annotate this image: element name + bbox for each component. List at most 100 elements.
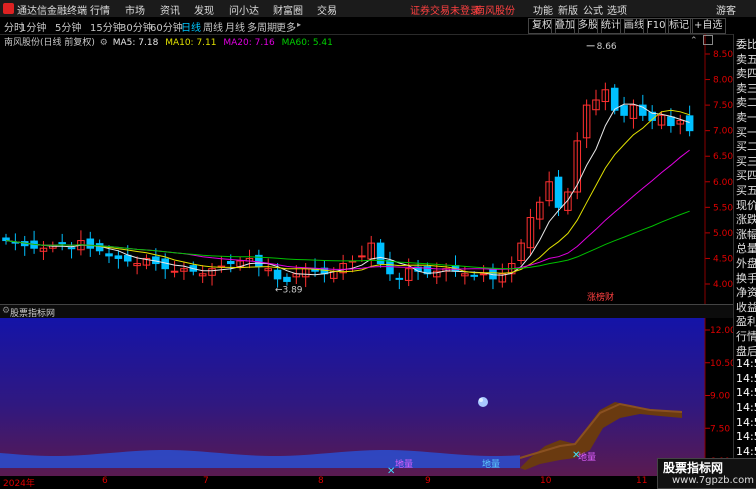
watermark: 股票指标网 www.7gpzb.com	[657, 458, 756, 489]
title-bar: 通达信金融终端 行情 市场 资讯 发现 问小达 财富圈 交易 证券交易未登录 南…	[0, 0, 756, 18]
candle-body	[667, 116, 675, 127]
period-15min[interactable]: 15分钟	[90, 19, 123, 34]
more-chevron-icon[interactable]: ▸	[297, 20, 301, 29]
quote-field-label: 14:5	[736, 430, 756, 444]
collapse-up-icon[interactable]: ⌃	[690, 36, 698, 46]
price-tick-label: 4.00	[713, 280, 733, 290]
price-tick-label: 5.50	[713, 203, 733, 213]
candle-body	[86, 238, 95, 249]
app-logo-icon	[3, 3, 14, 14]
period-60min[interactable]: 60分钟	[150, 19, 183, 34]
candle-body	[67, 247, 76, 250]
quote-field-label: 买四	[736, 169, 756, 183]
quote-field-label: 14:5	[736, 386, 756, 400]
menu-item-assistant[interactable]: 问小达	[229, 2, 259, 17]
quote-field-label: 总量	[736, 242, 756, 256]
candle-body	[610, 87, 619, 111]
menu-new-version[interactable]: 新版	[558, 2, 578, 17]
indicator-chart[interactable]: 12.0010.509.007.506.00地量地量地量✕✕	[0, 318, 733, 476]
period-multi[interactable]: 多周期	[247, 19, 277, 34]
period-daily[interactable]: 日线	[181, 19, 201, 34]
date-label: 2024年	[3, 479, 35, 489]
indicator-label: 地量	[578, 451, 596, 463]
period-1min[interactable]: 1分钟	[20, 19, 46, 34]
quote-field-label: 卖四	[736, 67, 756, 81]
indicator-tick-label: 12.00	[710, 326, 733, 336]
current-stock-name: 南风股份	[475, 6, 515, 17]
menu-item-markets[interactable]: 市场	[125, 2, 145, 17]
candle-body	[620, 105, 628, 116]
quote-field-label: 外盘	[736, 257, 756, 270]
user-guest[interactable]: 游客	[716, 2, 736, 17]
ma-header: 南风股份(日线 前复权) ⚙ MA5: 7.18 MA10: 7.11 MA20…	[4, 35, 333, 48]
add-watchlist-button[interactable]: +自选	[690, 18, 727, 34]
moon-highlight	[479, 398, 483, 402]
candle-body	[123, 254, 132, 262]
quote-field-label: 涨跌	[736, 213, 756, 227]
candle-body	[105, 253, 113, 257]
quote-field-label: 14:5	[736, 444, 756, 458]
price-tick-label: 7.50	[713, 101, 733, 111]
low-marker-label: ←3.89	[275, 286, 303, 296]
maximize-icon[interactable]	[703, 35, 713, 45]
indicator-gear-icon[interactable]: ⚙	[2, 306, 10, 316]
candle-body	[58, 242, 66, 245]
quote-field-label: 14:5	[736, 401, 756, 414]
quote-field-label: 行情	[736, 330, 756, 343]
menu-item-news[interactable]: 资讯	[160, 2, 180, 17]
candle-body	[2, 237, 10, 242]
candle-body	[114, 255, 123, 259]
price-tick-label: 6.00	[713, 178, 733, 188]
quote-field-label: 换手	[736, 271, 756, 285]
watermark-url: www.7gpzb.com	[672, 475, 754, 486]
indicator-tick-label: 10.50	[710, 359, 733, 369]
star-icon: ✕	[572, 450, 580, 461]
quote-field-label: 现价	[736, 198, 756, 212]
login-warning[interactable]: 证券交易未登录	[410, 2, 480, 17]
quote-field-label: 卖五	[736, 52, 756, 66]
period-more[interactable]: 更多	[276, 19, 296, 34]
price-tick-label: 6.50	[713, 152, 733, 162]
price-tick-label: 5.00	[713, 229, 733, 239]
moon-icon	[478, 397, 488, 407]
menu-item-wealth[interactable]: 财富圈	[273, 2, 303, 17]
price-tick-label: 4.50	[713, 254, 733, 264]
high-marker-label: 8.66	[597, 42, 617, 52]
quote-field-label: 买一	[736, 125, 756, 139]
quote-field-label: 买五	[736, 184, 756, 197]
quote-field-label: 盈利	[736, 315, 756, 329]
menu-options[interactable]: 选项	[607, 2, 627, 17]
date-label: 8	[318, 476, 324, 486]
ma20-value: MA20: 7.16	[223, 38, 275, 48]
candle-body	[470, 274, 479, 277]
kline-chart[interactable]: 4.00 4.50 5.00 5.50 6.00 6.50 7.00 7.50 8.00 8.50…	[0, 34, 756, 305]
candle-body	[283, 276, 291, 282]
tag-label: 涨榜财	[587, 291, 614, 303]
period-monthly[interactable]: 月线	[225, 19, 245, 34]
settings-gear-icon[interactable]: ⚙	[100, 38, 108, 48]
period-30min[interactable]: 30分钟	[120, 19, 153, 34]
quote-field-label: 14:5	[736, 357, 756, 371]
menu-formula[interactable]: 公式	[583, 2, 603, 17]
date-label: 10	[540, 476, 552, 486]
watermark-title: 股票指标网	[663, 461, 724, 475]
quote-field-label: 涨幅	[736, 227, 756, 241]
quote-field-label: 14:5	[736, 415, 756, 429]
period-weekly[interactable]: 周线	[203, 19, 223, 34]
quote-field-label: 委比	[736, 38, 756, 51]
menu-item-market[interactable]: 行情	[90, 2, 110, 17]
menu-item-discover[interactable]: 发现	[194, 2, 214, 17]
period-5min[interactable]: 5分钟	[55, 19, 81, 34]
candle-body	[358, 255, 366, 258]
price-tick-label: 7.00	[713, 127, 733, 137]
quote-field-label: 净资	[736, 286, 756, 300]
app-title: 通达信金融终端	[17, 6, 87, 17]
date-label: 11	[636, 476, 648, 486]
price-tick-label: 8.00	[713, 76, 733, 86]
menu-item-trade[interactable]: 交易	[317, 2, 337, 17]
quote-field-label: 买二	[736, 140, 756, 154]
mark-button[interactable]: 标记	[665, 18, 693, 34]
star-icon: ✕	[387, 466, 395, 476]
menu-function[interactable]: 功能	[533, 2, 553, 17]
indicator-tick-label: 9.00	[710, 392, 730, 402]
